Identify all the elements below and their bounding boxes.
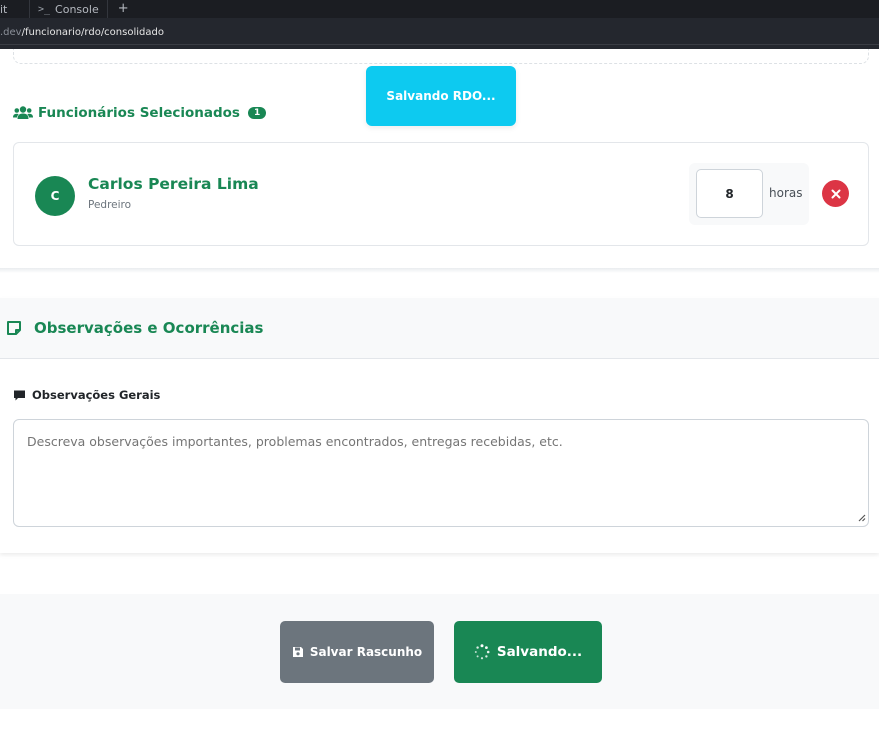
general-observations-label: Observações Gerais: [32, 388, 161, 402]
browser-tab-label: Console: [55, 2, 99, 16]
sticky-note-icon: [7, 321, 21, 335]
general-observations-label-group: Observações Gerais: [13, 388, 160, 402]
url-path: /funcionario/rdo/consolidado: [21, 27, 164, 38]
users-icon: [13, 106, 33, 119]
save-rdo-button[interactable]: Salvando...: [454, 621, 602, 683]
saving-toast-text: Salvando RDO...: [386, 89, 496, 103]
browser-tab[interactable]: it: [0, 0, 30, 18]
selected-count-badge: 1: [247, 107, 267, 119]
observations-section: Observações e Ocorrências Observações Ge…: [0, 298, 879, 553]
hours-input[interactable]: [696, 169, 763, 218]
spinner-icon: [474, 644, 490, 660]
general-observations-textarea[interactable]: [13, 419, 869, 527]
save-draft-button[interactable]: Salvar Rascunho: [280, 621, 434, 683]
new-tab-button[interactable]: +: [108, 0, 139, 18]
employee-name: Carlos Pereira Lima: [88, 175, 259, 193]
address-bar-divider: [0, 44, 879, 45]
hours-unit-label: horas: [769, 186, 803, 200]
remove-employee-button[interactable]: [822, 180, 849, 207]
saving-toast: Salvando RDO...: [366, 66, 516, 126]
employee-role: Pedreiro: [88, 199, 132, 211]
address-bar[interactable]: .dev/funcionario/rdo/consolidado: [0, 18, 879, 49]
resize-handle-icon[interactable]: [856, 512, 866, 522]
browser-tab-label: it: [0, 2, 8, 16]
url-text: .dev/funcionario/rdo/consolidado: [0, 27, 164, 38]
browser-tab-console[interactable]: >_ Console: [30, 0, 108, 18]
browser-tab-bar: it >_ Console +: [0, 0, 879, 18]
save-rdo-label: Salvando...: [496, 644, 583, 660]
section-divider-shadow: [0, 268, 879, 273]
footer-actions: Salvar Rascunho Salvando...: [0, 594, 879, 709]
observations-header: Observações e Ocorrências: [0, 298, 879, 359]
comment-icon: [14, 390, 25, 400]
url-host: .dev: [0, 27, 22, 38]
previous-card-edge: [13, 49, 869, 64]
hours-group: horas: [689, 163, 809, 225]
avatar: C: [35, 176, 75, 216]
floppy-disk-icon: [292, 647, 303, 657]
selected-employees-header: Funcionários Selecionados 1: [13, 102, 267, 124]
observations-title: Observações e Ocorrências: [34, 319, 264, 337]
selected-employees-title: Funcionários Selecionados: [38, 105, 240, 121]
save-draft-label: Salvar Rascunho: [309, 645, 423, 659]
employee-card: C Carlos Pereira Lima Pedreiro horas: [13, 142, 869, 246]
terminal-icon: >_: [38, 3, 51, 15]
close-icon: [831, 189, 840, 198]
